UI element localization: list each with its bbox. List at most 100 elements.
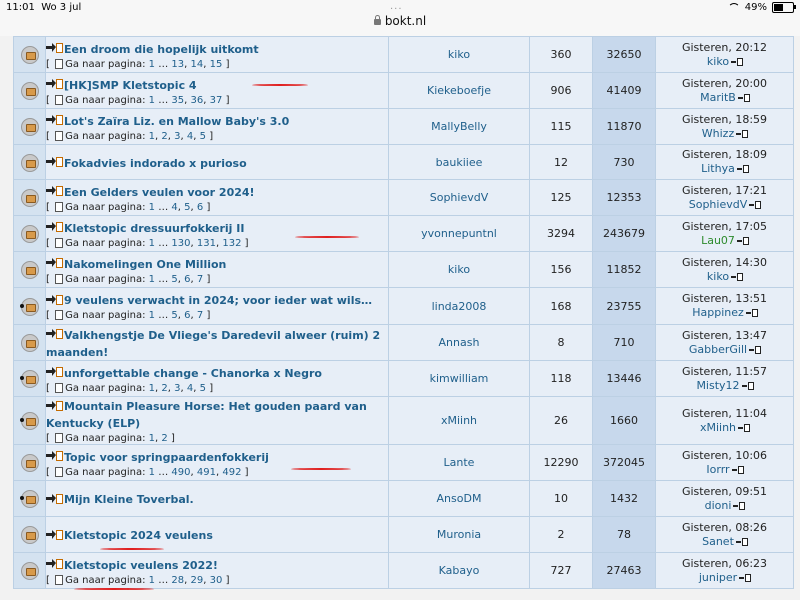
- page-link[interactable]: 2: [161, 131, 167, 142]
- topic-title-link[interactable]: Kletstopic 2024 veulens: [64, 529, 213, 542]
- goto-new-post-icon[interactable]: [46, 43, 63, 53]
- view-last-post-icon[interactable]: [739, 573, 752, 582]
- page-link[interactable]: 37: [210, 95, 223, 106]
- page-link[interactable]: 492: [222, 467, 241, 478]
- topic-author[interactable]: AnsoDM: [388, 480, 530, 517]
- goto-new-post-icon[interactable]: [46, 222, 63, 232]
- goto-new-post-icon[interactable]: [46, 367, 63, 377]
- last-post-user[interactable]: kiko: [707, 270, 729, 283]
- view-last-post-icon[interactable]: [736, 236, 749, 245]
- last-post-user[interactable]: dioni: [705, 499, 732, 512]
- topic-author[interactable]: kimwilliam: [388, 360, 530, 397]
- page-link[interactable]: 5: [200, 131, 206, 142]
- last-post-user[interactable]: Sanet: [702, 535, 734, 548]
- goto-new-post-icon[interactable]: [46, 559, 63, 569]
- page-link[interactable]: 7: [197, 310, 203, 321]
- page-link[interactable]: 1: [149, 383, 155, 394]
- topic-author[interactable]: kiko: [388, 36, 530, 73]
- page-link[interactable]: 1: [149, 467, 155, 478]
- topic-author[interactable]: baukiiee: [388, 144, 530, 180]
- view-last-post-icon[interactable]: [741, 381, 754, 390]
- topic-row[interactable]: Nakomelingen One Million [ Ga naar pagina…: [13, 251, 794, 288]
- goto-new-post-icon[interactable]: [46, 529, 63, 540]
- topic-author[interactable]: MallyBelly: [388, 108, 530, 145]
- topic-title-link[interactable]: Nakomelingen One Million: [64, 258, 226, 271]
- topic-title-link[interactable]: Mijn Kleine Toverbal.: [64, 493, 194, 506]
- goto-new-post-icon[interactable]: [46, 493, 63, 504]
- topic-author[interactable]: Kiekeboefje: [388, 72, 530, 109]
- page-link[interactable]: 7: [197, 274, 203, 285]
- topic-author[interactable]: linda2008: [388, 287, 530, 325]
- page-link[interactable]: 4: [187, 383, 193, 394]
- topic-author[interactable]: Lante: [388, 444, 530, 481]
- goto-new-post-icon[interactable]: [46, 79, 63, 89]
- page-link[interactable]: 6: [197, 202, 203, 213]
- topic-author[interactable]: yvonnepuntnl: [388, 215, 530, 252]
- topic-title-link[interactable]: [HK]SMP Kletstopic 4: [64, 79, 197, 92]
- topic-author[interactable]: Annash: [388, 324, 530, 361]
- topic-title-link[interactable]: Kletstopic veulens 2022!: [64, 559, 218, 572]
- page-link[interactable]: 4: [171, 202, 177, 213]
- topic-row[interactable]: Mijn Kleine Toverbal. AnsoDM 10 1432 Gistere…: [13, 480, 794, 517]
- goto-new-post-icon[interactable]: [46, 115, 63, 125]
- page-link[interactable]: 14: [191, 59, 204, 70]
- last-post-user[interactable]: Happinez: [692, 306, 744, 319]
- topic-title-link[interactable]: Valkhengstje De Vliege's Daredevil alwee…: [46, 329, 380, 359]
- last-post-user[interactable]: Iorrr: [706, 463, 729, 476]
- topic-title-link[interactable]: Kletstopic dressuurfokkerij II: [64, 222, 244, 235]
- address-bar[interactable]: bokt.nl: [0, 14, 800, 28]
- page-link[interactable]: 4: [187, 131, 193, 142]
- page-link[interactable]: 1: [149, 433, 155, 444]
- page-link[interactable]: 2: [161, 383, 167, 394]
- topic-row[interactable]: Fokadvies indorado x purioso baukiiee 12 73…: [13, 144, 794, 180]
- topic-row[interactable]: [HK]SMP Kletstopic 4 [ Ga naar pagina: 1 …: [13, 72, 794, 109]
- goto-new-post-icon[interactable]: [46, 451, 63, 461]
- topic-row[interactable]: Mountain Pleasure Horse: Het gouden paar…: [13, 396, 794, 445]
- page-link[interactable]: 6: [184, 274, 190, 285]
- topic-row[interactable]: 9 veulens verwacht in 2024; voor ieder w…: [13, 287, 794, 325]
- view-last-post-icon[interactable]: [735, 537, 748, 546]
- view-last-post-icon[interactable]: [733, 501, 746, 510]
- last-post-user[interactable]: kiko: [707, 55, 729, 68]
- view-last-post-icon[interactable]: [738, 423, 751, 432]
- topic-row[interactable]: Een Gelders veulen voor 2024! [ Ga naar p…: [13, 179, 794, 216]
- page-link[interactable]: 5: [171, 310, 177, 321]
- topic-author[interactable]: Muronia: [388, 516, 530, 553]
- topic-row[interactable]: Kletstopic veulens 2022! [ Ga naar pagina…: [13, 552, 794, 589]
- last-post-user[interactable]: SophievdV: [689, 198, 748, 211]
- goto-new-post-icon[interactable]: [46, 186, 63, 196]
- topic-title-link[interactable]: Een droom die hopelijk uitkomt: [64, 43, 259, 56]
- topic-row[interactable]: Valkhengstje De Vliege's Daredevil alwee…: [13, 324, 794, 361]
- topic-title-link[interactable]: unforgettable change - Chanorka x Negro: [64, 367, 322, 380]
- view-last-post-icon[interactable]: [737, 93, 750, 102]
- last-post-user[interactable]: juniper: [699, 571, 737, 584]
- topic-title-link[interactable]: Fokadvies indorado x purioso: [64, 157, 247, 170]
- page-link[interactable]: 13: [171, 59, 184, 70]
- goto-new-post-icon[interactable]: [46, 294, 63, 305]
- page-link[interactable]: 490: [171, 467, 190, 478]
- topic-title-link[interactable]: Lot's Zaïra Liz. en Mallow Baby's 3.0: [64, 115, 289, 128]
- topic-row[interactable]: Kletstopic dressuurfokkerij II [ Ga naar …: [13, 215, 794, 252]
- page-link[interactable]: 36: [191, 95, 204, 106]
- last-post-user[interactable]: xMiinh: [700, 421, 736, 434]
- goto-new-post-icon[interactable]: [46, 258, 63, 268]
- topic-row[interactable]: Een droom die hopelijk uitkomt [ Ga naar …: [13, 36, 794, 73]
- view-last-post-icon[interactable]: [731, 465, 744, 474]
- page-link[interactable]: 30: [210, 575, 223, 586]
- page-link[interactable]: 132: [222, 238, 241, 249]
- page-link[interactable]: 130: [171, 238, 190, 249]
- last-post-user[interactable]: MaritB: [700, 91, 736, 104]
- page-link[interactable]: 28: [171, 575, 184, 586]
- page-link[interactable]: 2: [161, 433, 167, 444]
- page-link[interactable]: 15: [210, 59, 223, 70]
- last-post-user[interactable]: Lau07: [701, 234, 735, 247]
- page-link[interactable]: 1: [149, 95, 155, 106]
- view-last-post-icon[interactable]: [736, 165, 749, 173]
- page-link[interactable]: 1: [149, 59, 155, 70]
- topic-row[interactable]: unforgettable change - Chanorka x Negro […: [13, 360, 794, 397]
- goto-new-post-icon[interactable]: [46, 157, 63, 167]
- topic-row[interactable]: Lot's Zaïra Liz. en Mallow Baby's 3.0 [ G…: [13, 108, 794, 145]
- page-link[interactable]: 29: [191, 575, 204, 586]
- topic-title-link[interactable]: Een Gelders veulen voor 2024!: [64, 186, 255, 199]
- topic-author[interactable]: SophievdV: [388, 179, 530, 216]
